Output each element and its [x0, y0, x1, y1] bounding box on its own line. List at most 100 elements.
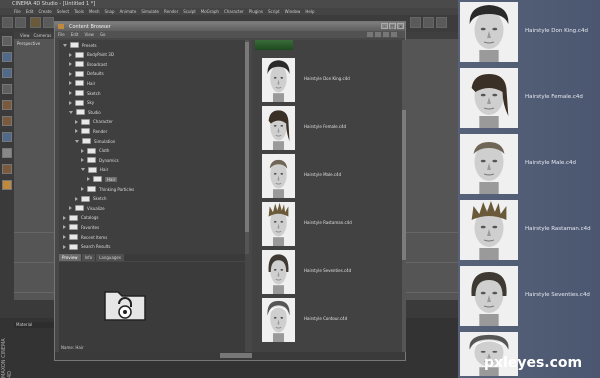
back-icon[interactable]: [367, 32, 373, 37]
app-menu-item[interactable]: Plugins: [249, 9, 263, 14]
tree-item[interactable]: Presets: [63, 40, 97, 50]
tab-info[interactable]: Info: [81, 254, 96, 261]
tree-item[interactable]: Visualize: [69, 203, 105, 213]
tree-item[interactable]: BodyPaint 3D: [69, 50, 114, 60]
expand-arrow-icon[interactable]: [69, 62, 72, 67]
tree-item[interactable]: Defaults: [69, 69, 104, 79]
expand-arrow-icon[interactable]: [69, 71, 72, 76]
tree-item[interactable]: Character: [75, 117, 113, 127]
tree-item[interactable]: Recent Items: [63, 232, 107, 242]
expand-arrow-icon[interactable]: [69, 100, 72, 105]
app-menu-item[interactable]: Script: [268, 9, 280, 14]
app-menu-item[interactable]: Simulate: [141, 9, 159, 14]
expand-arrow-icon[interactable]: [63, 244, 66, 249]
tree-item[interactable]: Cloth: [81, 146, 109, 156]
tree-item[interactable]: Render: [75, 126, 107, 136]
menu-view[interactable]: View: [84, 32, 94, 37]
tree-scrollbar[interactable]: [245, 40, 249, 254]
home-icon[interactable]: [383, 32, 389, 37]
redo-icon[interactable]: [15, 17, 26, 28]
tree-item[interactable]: Simulation: [75, 136, 115, 146]
asset-item[interactable]: Hairstyle Male.c4d: [252, 152, 392, 200]
tree-scroll-thumb[interactable]: [245, 42, 249, 232]
snap-icon[interactable]: [2, 164, 12, 174]
asset-item[interactable]: Hairstyle Contour.c4d: [252, 296, 392, 344]
expand-arrow-icon[interactable]: [69, 206, 72, 211]
expand-arrow-icon[interactable]: [75, 196, 78, 201]
app-menu-item[interactable]: Character: [224, 9, 244, 14]
expand-arrow-icon[interactable]: [87, 177, 90, 182]
collapse-arrow-icon[interactable]: [63, 43, 67, 47]
dialog-titlebar[interactable]: Content Browser – □ ×: [55, 22, 405, 31]
render-icon[interactable]: [436, 17, 447, 28]
menu-edit[interactable]: Edit: [71, 32, 79, 37]
collapse-arrow-icon[interactable]: [75, 139, 79, 143]
minimize-button[interactable]: –: [381, 23, 388, 29]
model-mode-icon[interactable]: [2, 52, 12, 62]
app-menu-item[interactable]: Create: [38, 9, 51, 14]
app-menu-item[interactable]: Tools: [74, 9, 84, 14]
checker-icon[interactable]: [2, 148, 12, 158]
tree-item[interactable]: Broadcast: [69, 59, 107, 69]
tree-item[interactable]: Favorites: [63, 222, 99, 232]
list-scroll-thumb[interactable]: [402, 110, 406, 260]
app-menu-item[interactable]: Render: [164, 9, 178, 14]
menu-file[interactable]: File: [58, 32, 65, 37]
tree-item[interactable]: Search Results: [63, 242, 110, 252]
menu-go[interactable]: Go: [100, 32, 106, 37]
view-mode-icon[interactable]: [391, 32, 397, 37]
make-editable-icon[interactable]: [2, 36, 12, 46]
collapse-arrow-icon[interactable]: [69, 110, 73, 114]
texture-mode-icon[interactable]: [2, 68, 12, 78]
tab-preview[interactable]: Preview: [59, 254, 81, 261]
search-input[interactable]: [220, 353, 252, 358]
tree-item[interactable]: Sketch: [75, 194, 106, 204]
list-scrollbar[interactable]: [402, 40, 406, 352]
expand-arrow-icon[interactable]: [63, 235, 66, 239]
expand-arrow-icon[interactable]: [63, 215, 66, 220]
app-menu-item[interactable]: Mesh: [89, 9, 100, 14]
expand-arrow-icon[interactable]: [81, 187, 84, 191]
tree-item[interactable]: Sky: [69, 98, 94, 108]
tree-item[interactable]: Sketch: [69, 88, 100, 98]
app-menu-item[interactable]: Snap: [104, 9, 114, 14]
undo-icon[interactable]: [2, 17, 13, 28]
app-menu-item[interactable]: Select: [57, 9, 69, 14]
expand-arrow-icon[interactable]: [81, 158, 84, 163]
viewport-menu-item[interactable]: View: [20, 33, 30, 38]
expand-arrow-icon[interactable]: [75, 119, 78, 124]
maximize-button[interactable]: □: [389, 23, 396, 29]
tree-item[interactable]: Studio: [69, 107, 101, 117]
tree-item[interactable]: Catalogs: [63, 213, 98, 223]
tree-item[interactable]: Hair: [69, 78, 95, 88]
app-menu-item[interactable]: Window: [285, 9, 301, 14]
expand-arrow-icon[interactable]: [69, 52, 72, 57]
asset-item[interactable]: Hairstyle Seventies.c4d: [252, 248, 392, 296]
workplane-icon[interactable]: [2, 180, 12, 190]
app-menu-item[interactable]: File: [14, 9, 21, 14]
asset-item[interactable]: Hairstyle Don King.c4d: [252, 56, 392, 104]
tab-languages[interactable]: Languages: [96, 254, 124, 261]
tree-item[interactable]: Hair: [87, 174, 118, 184]
asset-item[interactable]: Hairstyle Rastaman.c4d: [252, 200, 392, 248]
expand-arrow-icon[interactable]: [81, 148, 84, 153]
collapse-arrow-icon[interactable]: [81, 168, 85, 172]
forward-icon[interactable]: [375, 32, 381, 37]
polygons-mode-icon[interactable]: [2, 116, 12, 126]
expand-arrow-icon[interactable]: [69, 91, 72, 95]
points-mode-icon[interactable]: [2, 84, 12, 94]
move-icon[interactable]: [43, 17, 54, 28]
axis-mode-icon[interactable]: [2, 132, 12, 142]
app-menu-item[interactable]: Edit: [26, 9, 34, 14]
expand-arrow-icon[interactable]: [63, 225, 66, 230]
app-menu-item[interactable]: MoGraph: [201, 9, 219, 14]
app-menu-item[interactable]: Help: [305, 9, 314, 14]
expand-arrow-icon[interactable]: [75, 129, 78, 134]
app-menu-item[interactable]: Sculpt: [183, 9, 196, 14]
tree-item[interactable]: Hair: [81, 165, 108, 175]
tree-item[interactable]: Thinking Particles: [81, 184, 134, 194]
app-menu-item[interactable]: Animate: [120, 9, 137, 14]
close-button[interactable]: ×: [397, 23, 404, 29]
edges-mode-icon[interactable]: [2, 100, 12, 110]
viewport-menu-item[interactable]: Cameras: [34, 33, 52, 38]
